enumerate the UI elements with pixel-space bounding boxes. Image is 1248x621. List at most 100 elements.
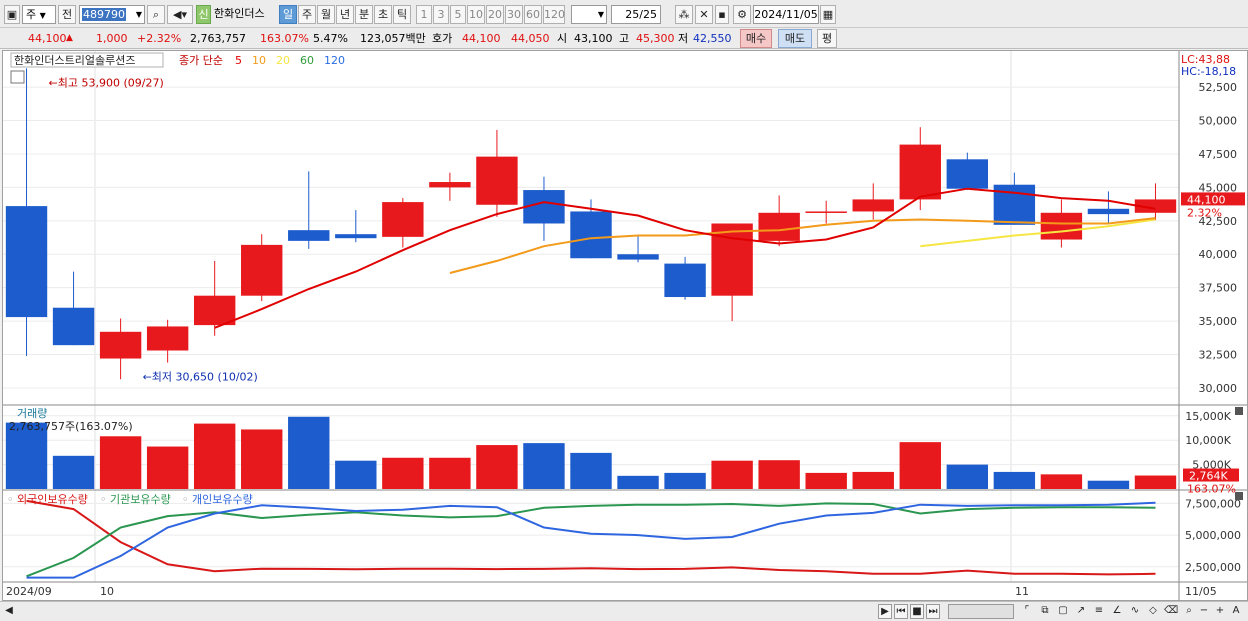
ma-legend-item: 10 bbox=[252, 54, 266, 67]
period-tab[interactable]: 년 bbox=[336, 5, 354, 24]
interval-button[interactable]: 10 bbox=[467, 5, 485, 24]
search-icon[interactable]: ⌕ bbox=[147, 5, 165, 24]
copy-icon[interactable]: ⧉ bbox=[1038, 604, 1052, 619]
zoom-in-icon[interactable]: + bbox=[1214, 604, 1226, 619]
period-tab[interactable]: 분 bbox=[355, 5, 373, 24]
x-axis-label: 11 bbox=[1015, 585, 1029, 598]
calendar-icon bbox=[10, 70, 25, 84]
candle-body bbox=[711, 223, 753, 296]
interval-button[interactable]: 1 bbox=[416, 5, 432, 24]
price-tick-label: 47,500 bbox=[1199, 148, 1238, 161]
eval-button[interactable]: 평 bbox=[817, 29, 837, 48]
price-tick-label: 37,500 bbox=[1199, 282, 1238, 295]
panel-close-icon bbox=[1235, 492, 1243, 500]
turnover-pct: 5.47% bbox=[313, 32, 348, 45]
price-tick-label: 30,000 bbox=[1199, 382, 1238, 395]
zoom-out-icon[interactable]: − bbox=[1198, 604, 1210, 619]
zoom-icon[interactable]: ⌕ bbox=[1182, 604, 1196, 619]
count-field[interactable]: 25/25 bbox=[611, 5, 661, 24]
stop-icon[interactable]: ■ bbox=[910, 604, 924, 619]
zoom-slider[interactable] bbox=[948, 604, 1014, 619]
period-tab[interactable]: 주 bbox=[298, 5, 316, 24]
candle-body bbox=[99, 331, 142, 359]
price-tick-label: 35,000 bbox=[1199, 315, 1238, 328]
candle-body bbox=[382, 202, 424, 237]
interval-button[interactable]: 5 bbox=[450, 5, 466, 24]
chart-area[interactable]: 52,500 50,000 47,500 45,000 42,500 40,000 37,5… bbox=[2, 50, 1248, 601]
candle-body bbox=[852, 199, 894, 212]
interval-button[interactable]: 120 bbox=[543, 5, 565, 24]
fibonacci-icon[interactable]: ≡ bbox=[1092, 604, 1106, 619]
angle-icon[interactable]: ∠ bbox=[1110, 604, 1124, 619]
gear-icon[interactable]: ⚙ bbox=[733, 5, 751, 24]
bottom-bar: ◀ ▶ ⏮ ■ ⏭ ⌜ ⧉ ▢ ↗ ≡ ∠ ∿ ◇ ⌫ ⌕ − + A bbox=[0, 601, 1248, 621]
volume-bar bbox=[993, 471, 1036, 489]
volume-tick-label: 10,000K bbox=[1185, 434, 1231, 447]
period-tab[interactable]: 틱 bbox=[393, 5, 411, 24]
cursor-icon[interactable]: ⌜ bbox=[1020, 604, 1034, 619]
scroll-right-icon[interactable]: ▶ bbox=[878, 604, 892, 619]
trend-line-icon[interactable]: ↗ bbox=[1074, 604, 1088, 619]
new-listing-badge: 신 bbox=[196, 5, 211, 24]
scroll-left-icon[interactable]: ◀ bbox=[3, 604, 15, 619]
volume-bar bbox=[429, 457, 471, 489]
volume-bar bbox=[1087, 480, 1130, 489]
code-input[interactable]: 489790 ▼ bbox=[79, 5, 145, 24]
ma-legend-label: 종가 단순 bbox=[179, 54, 223, 67]
shape-icon[interactable]: ◇ bbox=[1146, 604, 1160, 619]
candle-body bbox=[193, 295, 236, 326]
candle-body bbox=[288, 230, 330, 241]
interval-select[interactable]: ▼ bbox=[571, 5, 607, 24]
volume-bar bbox=[1134, 475, 1177, 489]
volume-bar bbox=[570, 452, 612, 489]
low-annotation: ←최저 30,650 (10/02) bbox=[143, 370, 258, 383]
save-icon[interactable]: ▪ bbox=[715, 5, 729, 24]
text-icon[interactable]: A bbox=[1230, 604, 1242, 619]
candle-body bbox=[899, 144, 941, 200]
period-tab[interactable]: 월 bbox=[317, 5, 335, 24]
open-label: 시 bbox=[557, 32, 568, 45]
legend-bullet: ◦ bbox=[182, 493, 189, 506]
interval-button[interactable]: 20 bbox=[486, 5, 504, 24]
volume-bar bbox=[617, 475, 659, 489]
volume-ratio: 163.07% bbox=[260, 32, 309, 45]
window-icon[interactable]: ▣ bbox=[4, 5, 20, 24]
panel-close-icon bbox=[1235, 407, 1243, 415]
speaker-icon[interactable]: ◀▾ bbox=[167, 5, 193, 24]
buy-button[interactable]: 매수 bbox=[740, 29, 772, 48]
prev-button[interactable]: 전 bbox=[58, 5, 76, 24]
erase-icon[interactable]: ⌫ bbox=[1164, 604, 1178, 619]
first-icon[interactable]: ⏮ bbox=[894, 604, 908, 619]
high-annotation: ←최고 53,900 (09/27) bbox=[49, 76, 164, 89]
candle-body bbox=[429, 182, 471, 188]
stock-name: 한화인더스 bbox=[214, 7, 265, 20]
toolbar: ▣ 주 ▼ 전 489790 ▼ ⌕ ◀▾ 신 한화인더스 ▼ 25/25 ⁂ … bbox=[0, 0, 1248, 28]
volume-bar bbox=[335, 460, 377, 489]
calendar-icon[interactable]: ▦ bbox=[820, 5, 836, 24]
interval-button[interactable]: 60 bbox=[524, 5, 542, 24]
sell-button[interactable]: 매도 bbox=[778, 29, 812, 48]
ma-legend-item: 20 bbox=[276, 54, 290, 67]
volume-bar bbox=[805, 472, 847, 489]
current-price: 44,100 bbox=[28, 32, 67, 45]
volume-tick-label: 15,000K bbox=[1185, 410, 1231, 423]
market-select[interactable]: 주 ▼ bbox=[22, 5, 56, 24]
last-icon[interactable]: ⏭ bbox=[926, 604, 940, 619]
period-tab[interactable]: 일 bbox=[279, 5, 297, 24]
interval-button[interactable]: 30 bbox=[505, 5, 523, 24]
high-price: 45,300 bbox=[636, 32, 675, 45]
window-icon[interactable]: ▢ bbox=[1056, 604, 1070, 619]
volume-bar bbox=[382, 457, 424, 489]
date-input[interactable]: 2024/11/05 bbox=[753, 5, 819, 24]
cycle-icon[interactable]: ∿ bbox=[1128, 604, 1142, 619]
interval-button[interactable]: 3 bbox=[433, 5, 449, 24]
candle-body bbox=[664, 263, 706, 298]
period-tab[interactable]: 초 bbox=[374, 5, 392, 24]
grid-icon[interactable]: ⁂ bbox=[675, 5, 693, 24]
stock-chart: 52,50050,00047,50045,00042,50040,00037,5… bbox=[3, 51, 1247, 600]
crosshair-icon[interactable]: ✕ bbox=[695, 5, 713, 24]
volume-value: 2,763,757 bbox=[190, 32, 246, 45]
current-price-tag-label: 44,100 bbox=[1187, 193, 1226, 206]
holdings-legend-item: 기관보유수량 bbox=[110, 493, 171, 506]
volume-bar bbox=[899, 442, 941, 489]
